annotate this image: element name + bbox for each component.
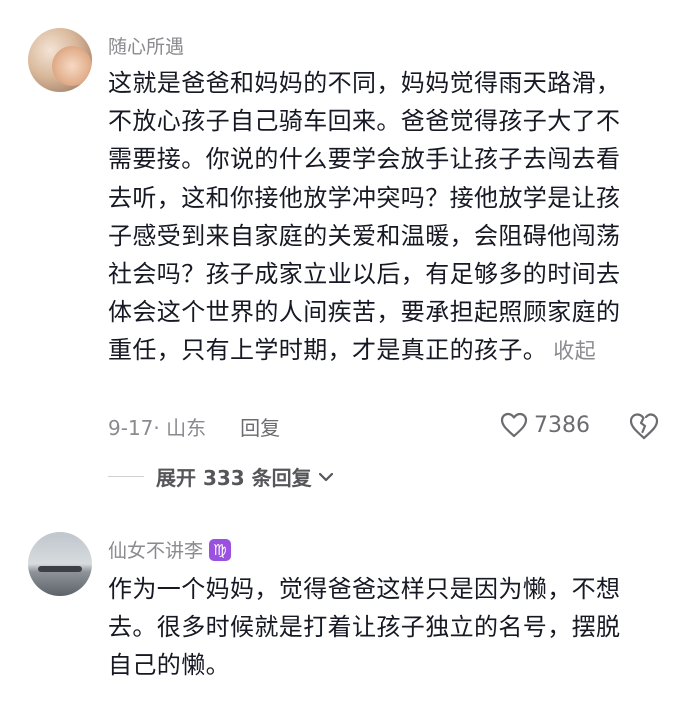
reply-button[interactable]: 回复 <box>240 412 280 441</box>
collapse-link[interactable]: 收起 <box>553 339 596 363</box>
comment-text-line: 这就是爸爸和妈妈的不同，妈妈觉得雨天路滑， <box>108 69 621 97</box>
comment-text-line: 自己的懒。 <box>108 651 230 680</box>
chevron-down-icon <box>318 472 333 481</box>
comment-text: 这就是爸爸和妈妈的不同，妈妈觉得雨天路滑， 不放心孩子自己骑车回来。爸爸觉得孩子… <box>108 64 668 371</box>
comment-text-line: 去听，这和你接他放学冲突吗？接他放学是让孩 <box>108 183 621 212</box>
broken-heart-icon <box>629 413 659 440</box>
comment-text: 作为一个妈妈，觉得爸爸这样只是因为懒，不想 去。很多时候就是打着让孩子独立的名号… <box>108 570 668 685</box>
comment-text-line: 社会吗？孩子成家立业以后，有足够多的时间去 <box>108 260 621 289</box>
comment-username[interactable]: 仙女不讲李 <box>108 536 203 563</box>
comment-text-line-last: 重任，只有上学时期，才是真正的孩子。 收起 <box>108 331 668 370</box>
comment-username-row: 仙女不讲李 ♍ <box>108 536 232 563</box>
like-button[interactable]: 7386 <box>500 412 590 438</box>
comment-text-line: 子感受到来自家庭的关爱和温暖，会阻碍他闯荡 <box>108 221 621 250</box>
expand-replies-button[interactable]: 展开 333 条回复 <box>108 462 334 491</box>
comment-text-line: 作为一个妈妈，觉得爸爸这样只是因为懒，不想 <box>108 575 621 603</box>
comment-item: 随心所遇 这就是爸爸和妈妈的不同，妈妈觉得雨天路滑， 不放心孩子自己骑车回来。爸… <box>0 0 690 500</box>
dislike-button[interactable] <box>628 412 660 444</box>
comment-text-fragment: 重任，只有上学时期，才是真正的孩子。 <box>108 336 548 365</box>
virgo-icon: ♍ <box>209 538 232 561</box>
comment-username[interactable]: 随心所遇 <box>108 32 184 59</box>
comment-text-line: 需要接。你说的什么要学会放手让孩子去闯去看 <box>108 145 621 174</box>
comment-meta: 9-17· 山东 回复 <box>108 412 280 441</box>
comment-text-line: 不放心孩子自己骑车回来。爸爸觉得孩子大了不 <box>108 107 621 136</box>
avatar[interactable] <box>28 532 92 596</box>
expand-replies-label: 展开 333 条回复 <box>156 466 312 490</box>
divider <box>108 476 144 477</box>
like-count: 7386 <box>534 412 590 438</box>
comment-text-line: 去。很多时候就是打着让孩子独立的名号，摆脱 <box>108 613 621 642</box>
heart-outline-icon <box>500 412 528 438</box>
avatar[interactable] <box>28 28 92 92</box>
comment-date-location: 9-17· 山东 <box>108 416 207 440</box>
comment-item: 仙女不讲李 ♍ 作为一个妈妈，觉得爸爸这样只是因为懒，不想 去。很多时候就是打着… <box>0 520 690 702</box>
comment-text-line: 体会这个世界的人间疾苦，要承担起照顾家庭的 <box>108 298 621 327</box>
